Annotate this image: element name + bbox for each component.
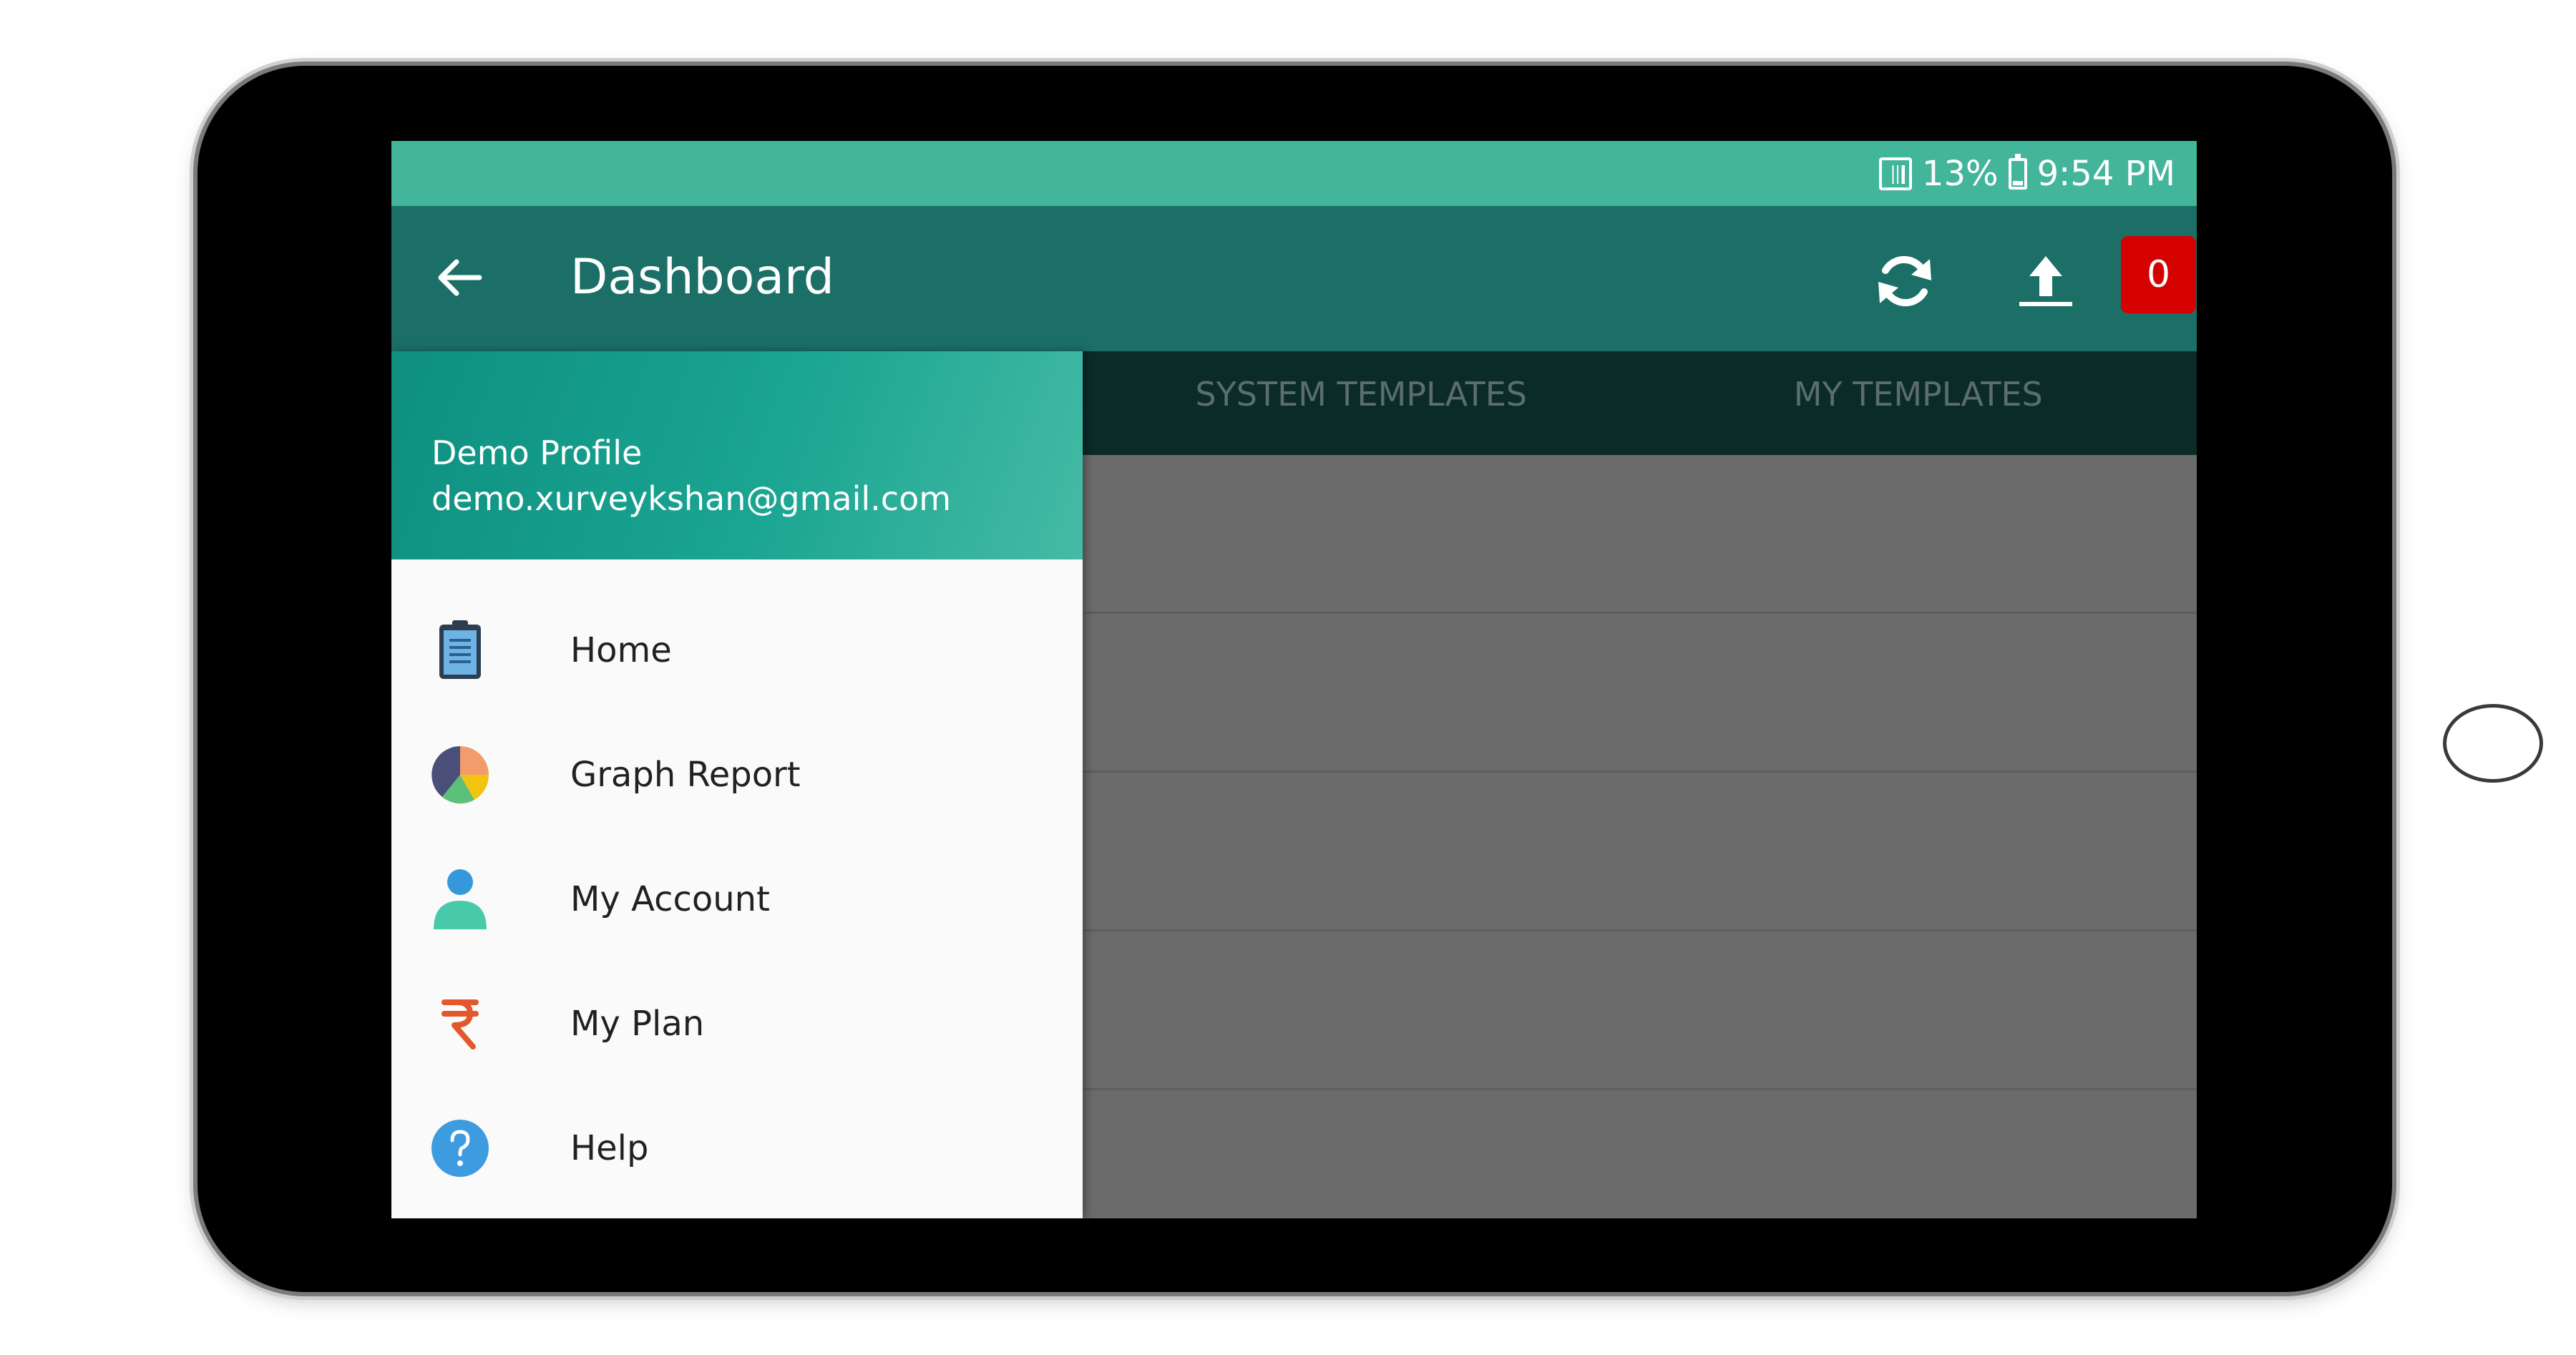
drawer-item-my-account[interactable]: My Account bbox=[391, 837, 1083, 962]
drawer-item-label: Help bbox=[570, 1128, 649, 1168]
device-screen: 13% 9:54 PM Dashboard 0 SYSTEM TEMPLATES… bbox=[391, 141, 2197, 1218]
template-tabs: SYSTEM TEMPLATES MY TEMPLATES bbox=[1083, 351, 2197, 455]
refresh-icon bbox=[1878, 255, 1931, 307]
list-item[interactable] bbox=[1083, 773, 2197, 931]
template-list bbox=[1083, 455, 2197, 1218]
list-item[interactable] bbox=[1083, 614, 2197, 773]
drawer-menu: Home Graph Report My Account My Plan Hel… bbox=[391, 559, 1083, 1210]
upload-icon bbox=[2019, 256, 2072, 306]
status-bar: 13% 9:54 PM bbox=[391, 141, 2197, 206]
battery-icon bbox=[2008, 153, 2027, 190]
drawer-item-label: My Account bbox=[570, 879, 770, 919]
drawer-item-home[interactable]: Home bbox=[391, 588, 1083, 713]
drawer-header: Demo Profile demo.xurveykshan@gmail.com bbox=[391, 351, 1083, 559]
drawer-item-help[interactable]: Help bbox=[391, 1086, 1083, 1210]
profile-email: demo.xurveykshan@gmail.com bbox=[431, 479, 952, 518]
pending-count-badge[interactable]: 0 bbox=[2121, 236, 2196, 313]
sync-button[interactable] bbox=[1869, 245, 1941, 317]
tab-system-templates[interactable]: SYSTEM TEMPLATES bbox=[1083, 351, 1640, 455]
help-icon bbox=[429, 1112, 492, 1184]
drawer-item-label: My Plan bbox=[570, 1004, 705, 1044]
list-item[interactable] bbox=[1083, 931, 2197, 1090]
clock: 9:54 PM bbox=[2036, 153, 2175, 194]
profile-name: Demo Profile bbox=[431, 434, 643, 472]
pie-chart-icon bbox=[429, 739, 492, 811]
list-item[interactable] bbox=[1083, 455, 2197, 614]
clipboard-icon bbox=[429, 615, 492, 686]
drawer-item-label: Home bbox=[570, 630, 672, 670]
home-hardware-button[interactable] bbox=[2443, 704, 2543, 783]
drawer-item-graph-report[interactable]: Graph Report bbox=[391, 713, 1083, 837]
rupee-icon bbox=[429, 988, 492, 1060]
upload-button[interactable] bbox=[2010, 245, 2082, 317]
list-item[interactable] bbox=[1083, 1090, 2197, 1218]
user-icon bbox=[429, 864, 492, 935]
drawer-item-my-plan[interactable]: My Plan bbox=[391, 962, 1083, 1086]
signal-icon bbox=[1878, 157, 1912, 190]
navigation-drawer: Demo Profile demo.xurveykshan@gmail.com bbox=[391, 351, 1083, 1218]
page-title: Dashboard bbox=[570, 249, 834, 305]
battery-percent: 13% bbox=[1921, 153, 1999, 194]
tab-my-templates[interactable]: MY TEMPLATES bbox=[1640, 351, 2197, 455]
app-bar: Dashboard 0 bbox=[391, 206, 2197, 351]
back-button[interactable] bbox=[431, 249, 488, 306]
drawer-item-label: Graph Report bbox=[570, 755, 801, 795]
arrow-left-icon bbox=[438, 259, 482, 296]
